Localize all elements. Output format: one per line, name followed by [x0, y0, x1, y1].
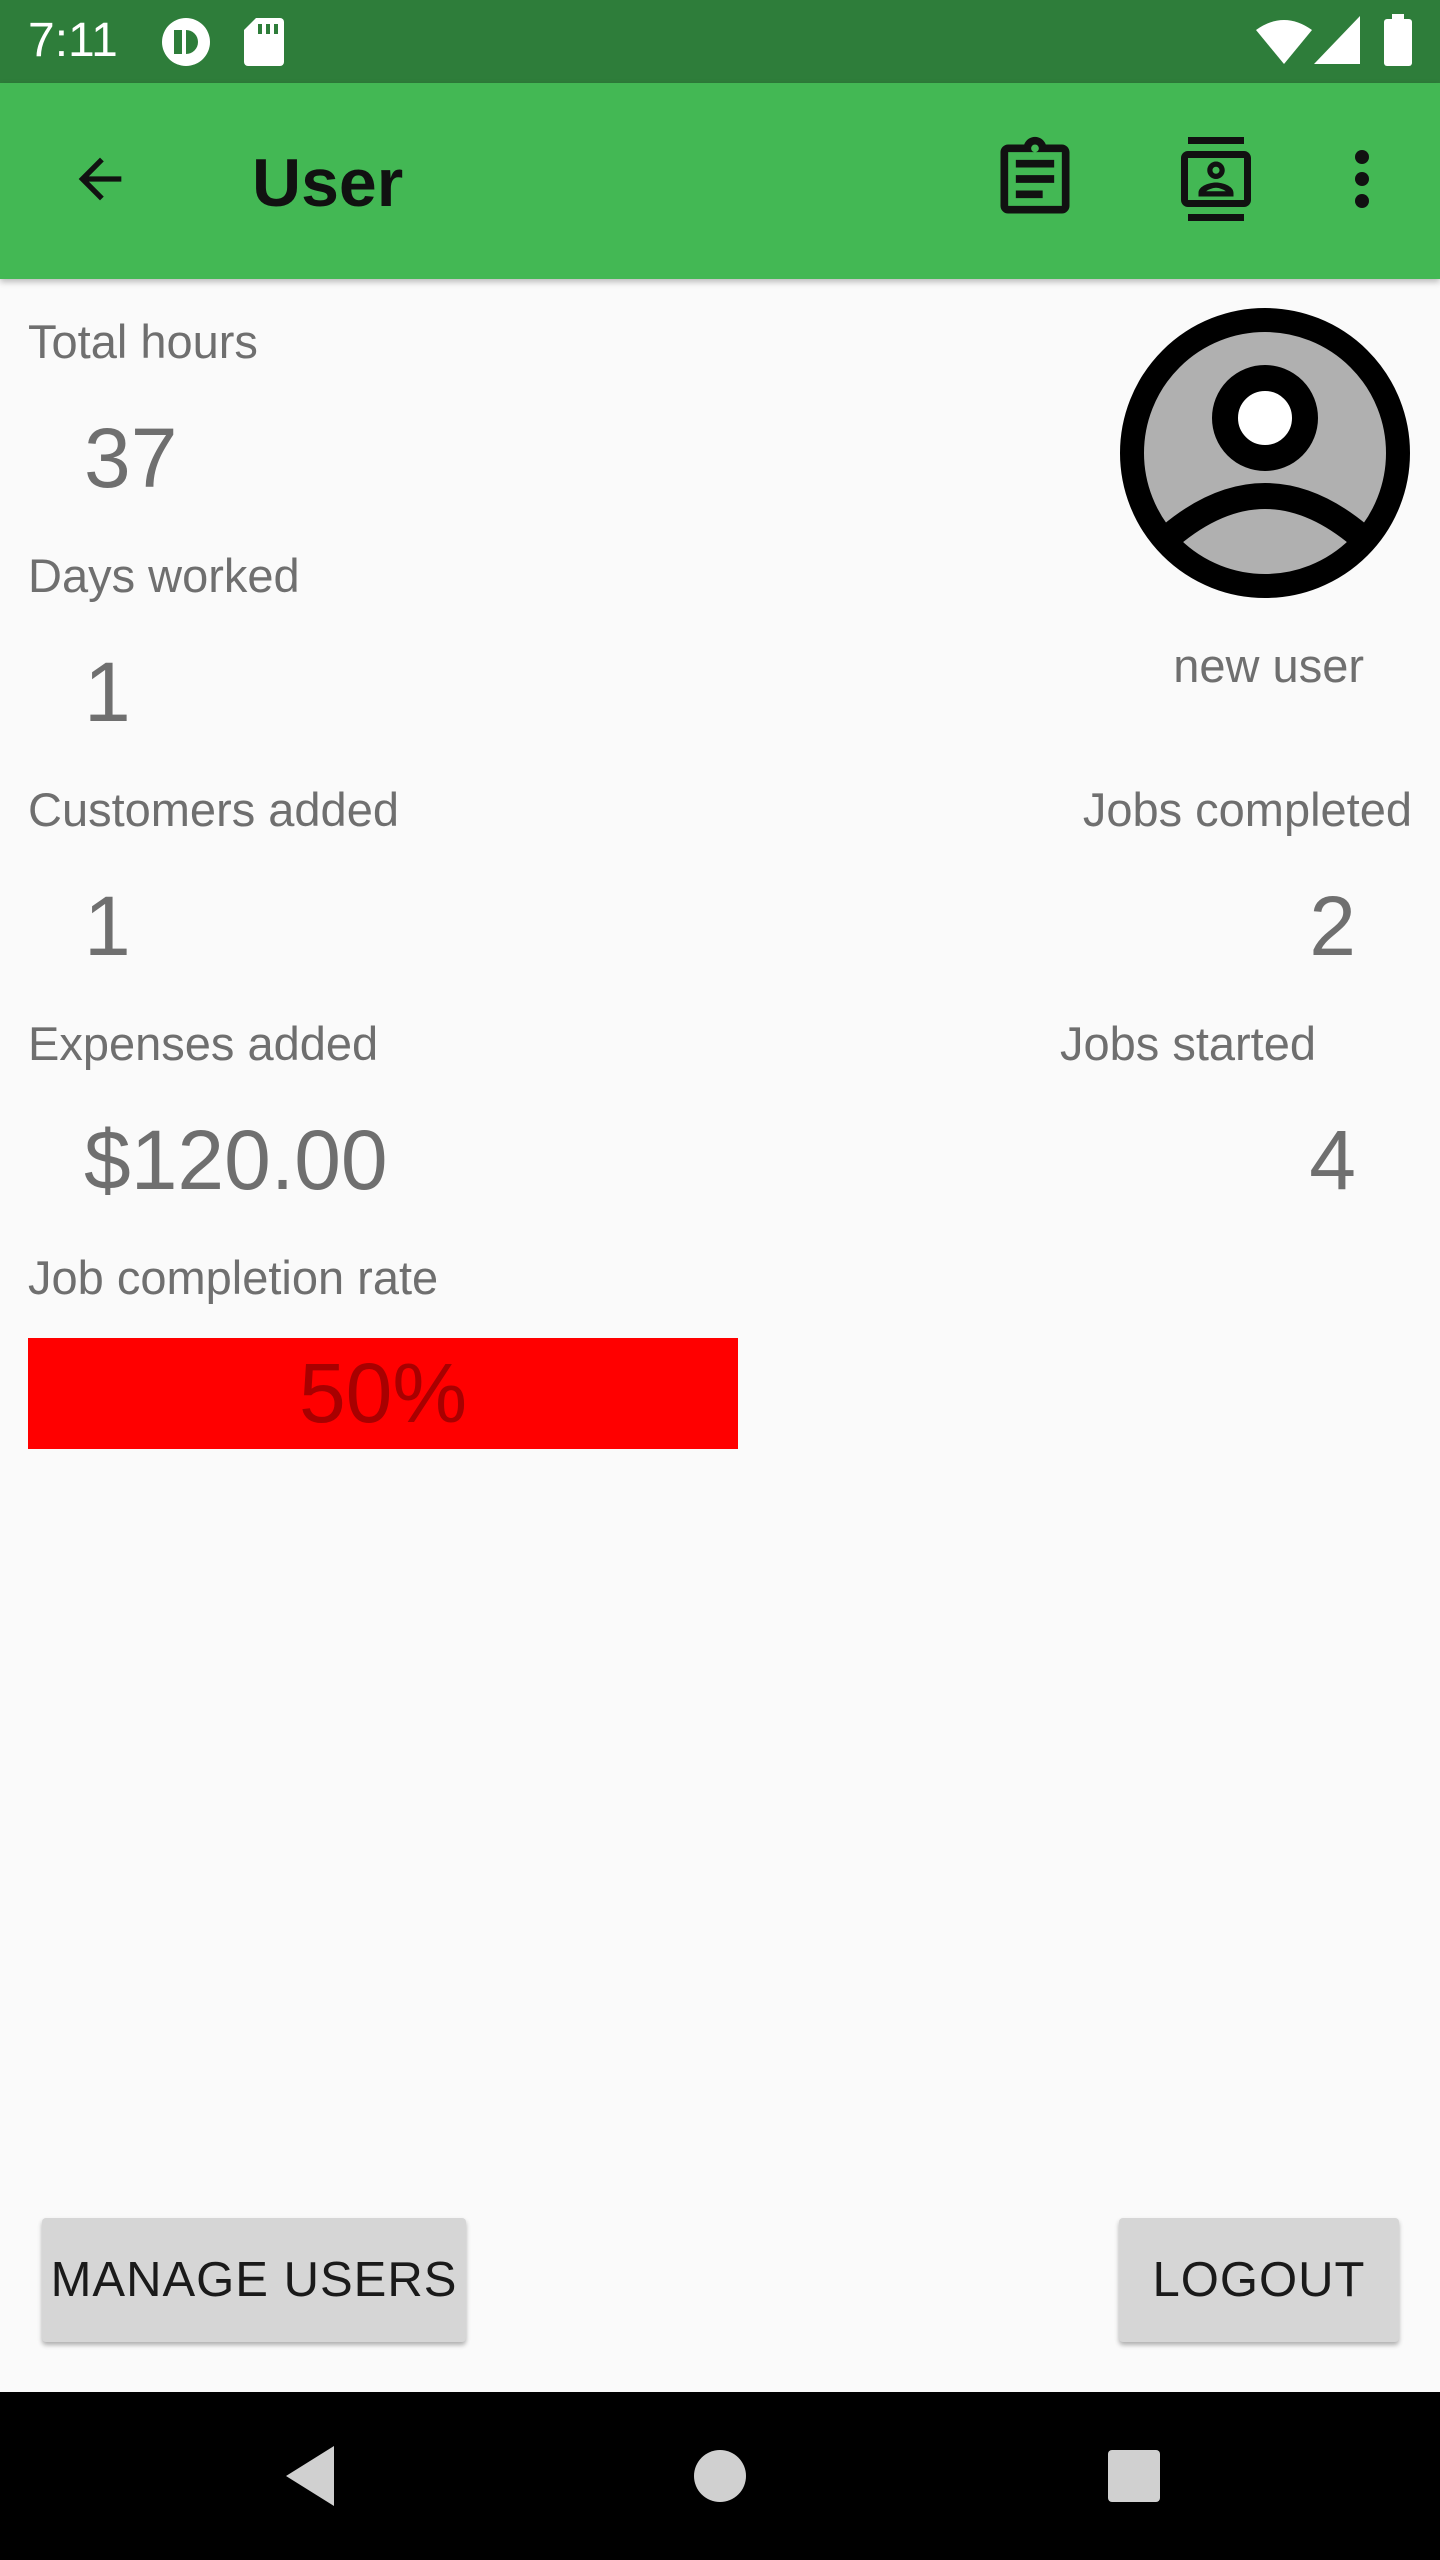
days-worked-label: Days worked [28, 549, 300, 602]
wifi-icon [1256, 18, 1312, 64]
app-bar: User [0, 83, 1440, 279]
contact-card-icon[interactable] [1166, 129, 1266, 229]
manage-users-button[interactable]: MANAGE USERS [42, 2218, 466, 2342]
notification-app-icon [160, 16, 212, 68]
sd-card-icon [244, 18, 284, 66]
status-bar: 7:11 [0, 0, 1440, 83]
completion-progress-bar: 50% [28, 1338, 738, 1449]
total-hours-label: Total hours [28, 315, 258, 368]
days-worked-value: 1 [84, 645, 131, 739]
jobs-started-label: Jobs started [1060, 1017, 1317, 1070]
avatar[interactable] [1118, 306, 1412, 600]
home-circle-icon[interactable] [670, 2426, 770, 2526]
jobs-started-value: 4 [1309, 1113, 1356, 1207]
jobs-completed-label: Jobs completed [1082, 783, 1412, 836]
clipboard-icon[interactable] [980, 129, 1090, 229]
total-hours-value: 37 [84, 411, 178, 505]
cell-signal-icon [1314, 16, 1360, 64]
battery-icon [1384, 14, 1412, 66]
back-arrow-icon[interactable] [50, 129, 150, 229]
page-title: User [252, 145, 404, 221]
overflow-menu-icon[interactable] [1330, 129, 1394, 229]
customers-added-label: Customers added [28, 783, 399, 836]
expenses-added-value: $120.00 [84, 1113, 388, 1207]
expenses-added-label: Expenses added [28, 1017, 379, 1070]
recents-square-icon[interactable] [1084, 2426, 1184, 2526]
back-triangle-icon[interactable] [260, 2426, 360, 2526]
completion-rate-label: Job completion rate [28, 1251, 439, 1304]
jobs-completed-value: 2 [1309, 879, 1356, 973]
customers-added-value: 1 [84, 879, 131, 973]
logout-button[interactable]: LOGOUT [1119, 2218, 1399, 2342]
completion-progress-text: 50% [298, 1346, 468, 1440]
status-time: 7:11 [28, 14, 118, 67]
account-circle-icon [1120, 308, 1410, 598]
username: new user [1173, 639, 1364, 692]
navigation-bar [0, 2392, 1440, 2560]
